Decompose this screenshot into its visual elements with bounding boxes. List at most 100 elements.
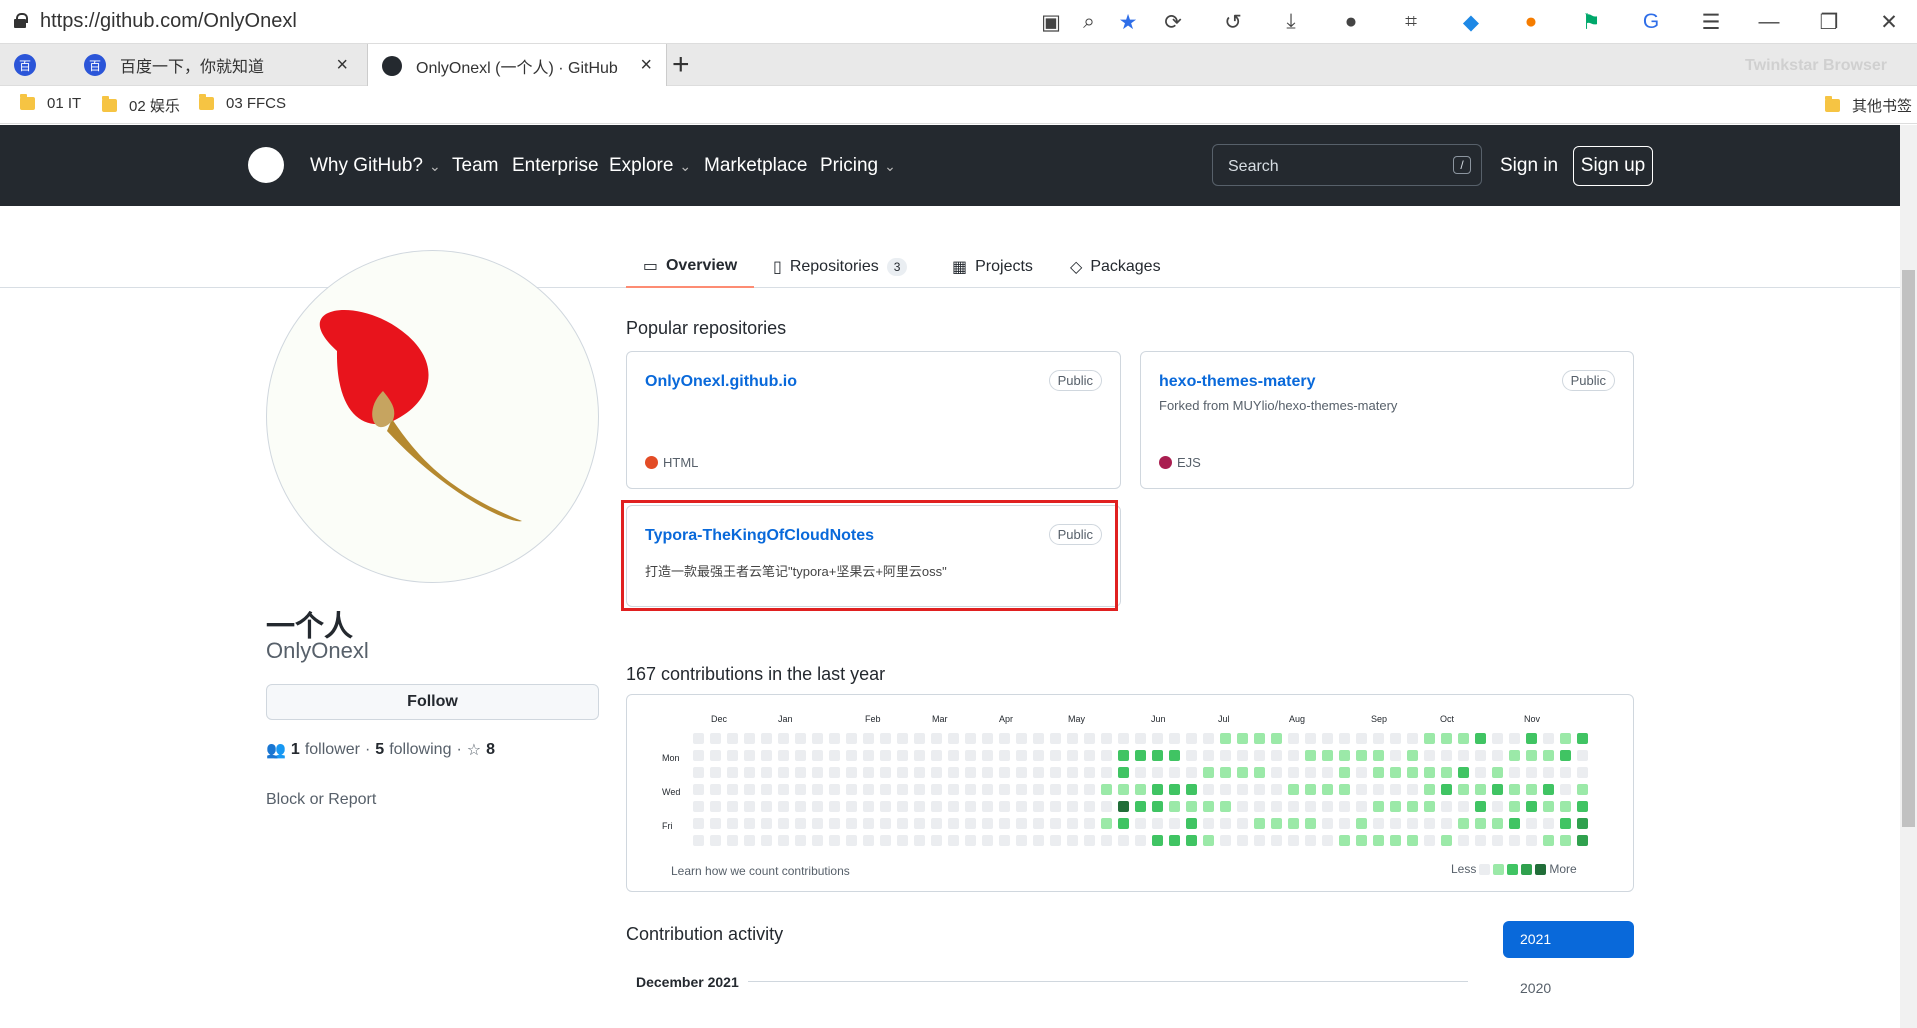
- contribution-cell[interactable]: [1356, 801, 1367, 812]
- contribution-cell[interactable]: [880, 835, 891, 846]
- contribution-cell[interactable]: [1186, 784, 1197, 795]
- contribution-cell[interactable]: [1407, 767, 1418, 778]
- contribution-cell[interactable]: [914, 818, 925, 829]
- contribution-cell[interactable]: [1560, 818, 1571, 829]
- contribution-cell[interactable]: [1033, 801, 1044, 812]
- contribution-cell[interactable]: [1084, 835, 1095, 846]
- contribution-cell[interactable]: [1509, 818, 1520, 829]
- contribution-cell[interactable]: [1560, 801, 1571, 812]
- contribution-cell[interactable]: [1526, 750, 1537, 761]
- github-logo-icon[interactable]: [248, 147, 284, 183]
- contribution-cell[interactable]: [744, 784, 755, 795]
- contribution-cell[interactable]: [1067, 767, 1078, 778]
- contribution-cell[interactable]: [1407, 733, 1418, 744]
- contribution-cell[interactable]: [1237, 784, 1248, 795]
- zoom-icon[interactable]: ⌕: [1076, 9, 1102, 35]
- contribution-cell[interactable]: [1084, 750, 1095, 761]
- contribution-cell[interactable]: [1084, 767, 1095, 778]
- contribution-cell[interactable]: [897, 750, 908, 761]
- contribution-cell[interactable]: [727, 750, 738, 761]
- contribution-cell[interactable]: [693, 750, 704, 761]
- contribution-cell[interactable]: [1492, 750, 1503, 761]
- contribution-cell[interactable]: [1203, 801, 1214, 812]
- contribution-cell[interactable]: [1560, 784, 1571, 795]
- contribution-cell[interactable]: [693, 767, 704, 778]
- contribution-cell[interactable]: [931, 784, 942, 795]
- contribution-cell[interactable]: [795, 835, 806, 846]
- contribution-cell[interactable]: [1577, 784, 1588, 795]
- contribution-cell[interactable]: [1339, 818, 1350, 829]
- tab-packages[interactable]: ◇ Packages: [1070, 246, 1161, 288]
- contribution-cell[interactable]: [1475, 835, 1486, 846]
- contribution-cell[interactable]: [982, 835, 993, 846]
- contribution-cell[interactable]: [1390, 818, 1401, 829]
- contribution-cell[interactable]: [1033, 767, 1044, 778]
- contribution-cell[interactable]: [1271, 767, 1282, 778]
- contribution-cell[interactable]: [1254, 733, 1265, 744]
- contribution-cell[interactable]: [1135, 750, 1146, 761]
- contribution-cell[interactable]: [1237, 818, 1248, 829]
- contribution-cell[interactable]: [812, 767, 823, 778]
- contribution-cell[interactable]: [1305, 835, 1316, 846]
- contribution-cell[interactable]: [1169, 767, 1180, 778]
- bookmark-folder[interactable]: 01 IT: [20, 94, 81, 112]
- nav-team[interactable]: Team: [452, 155, 498, 177]
- contribution-cell[interactable]: [1220, 784, 1231, 795]
- contribution-cell[interactable]: [1458, 784, 1469, 795]
- followers-label[interactable]: follower: [305, 741, 360, 759]
- follow-button[interactable]: Follow: [266, 684, 599, 720]
- contribution-cell[interactable]: [1475, 733, 1486, 744]
- contribution-cell[interactable]: [1288, 750, 1299, 761]
- contribution-cell[interactable]: [1577, 835, 1588, 846]
- contribution-cell[interactable]: [778, 801, 789, 812]
- contribution-cell[interactable]: [1050, 750, 1061, 761]
- contribution-cell[interactable]: [1101, 767, 1112, 778]
- contribution-cell[interactable]: [1339, 784, 1350, 795]
- year-2021-button[interactable]: 2021: [1503, 921, 1634, 958]
- contribution-cell[interactable]: [1492, 835, 1503, 846]
- contribution-cell[interactable]: [931, 835, 942, 846]
- contribution-cell[interactable]: [1016, 818, 1027, 829]
- contribution-cell[interactable]: [1373, 818, 1384, 829]
- contribution-cell[interactable]: [914, 801, 925, 812]
- contribution-cell[interactable]: [744, 835, 755, 846]
- contribution-cell[interactable]: [1101, 835, 1112, 846]
- contribution-cell[interactable]: [1152, 818, 1163, 829]
- avatar[interactable]: [266, 250, 599, 583]
- contribution-cell[interactable]: [829, 733, 840, 744]
- contribution-cell[interactable]: [1458, 818, 1469, 829]
- contribution-cell[interactable]: [744, 733, 755, 744]
- contribution-cell[interactable]: [1560, 750, 1571, 761]
- learn-contributions-link[interactable]: Learn how we count contributions: [671, 864, 850, 878]
- contribution-cell[interactable]: [999, 784, 1010, 795]
- year-2020-link[interactable]: 2020: [1520, 980, 1551, 996]
- contribution-cell[interactable]: [1186, 733, 1197, 744]
- tab-repositories[interactable]: ▯ Repositories 3: [773, 246, 908, 288]
- contribution-cell[interactable]: [1492, 801, 1503, 812]
- contribution-cell[interactable]: [1220, 767, 1231, 778]
- contribution-cell[interactable]: [863, 818, 874, 829]
- contribution-cell[interactable]: [846, 818, 857, 829]
- url-text[interactable]: https://github.com/OnlyOnexl: [40, 10, 297, 33]
- contribution-cell[interactable]: [1424, 750, 1435, 761]
- contribution-cell[interactable]: [761, 784, 772, 795]
- contribution-cell[interactable]: [965, 835, 976, 846]
- contribution-cell[interactable]: [710, 733, 721, 744]
- contribution-cell[interactable]: [931, 818, 942, 829]
- contribution-cell[interactable]: [931, 801, 942, 812]
- contribution-cell[interactable]: [1220, 750, 1231, 761]
- contribution-cell[interactable]: [727, 835, 738, 846]
- followers-count[interactable]: 1: [291, 741, 300, 759]
- contribution-cell[interactable]: [1271, 835, 1282, 846]
- scrollbar-thumb[interactable]: [1902, 270, 1915, 827]
- contribution-cell[interactable]: [1509, 733, 1520, 744]
- contribution-cell[interactable]: [1203, 750, 1214, 761]
- contribution-cell[interactable]: [931, 733, 942, 744]
- contribution-cell[interactable]: [846, 835, 857, 846]
- contribution-cell[interactable]: [710, 767, 721, 778]
- contribution-cell[interactable]: [1169, 818, 1180, 829]
- following-count[interactable]: 5: [375, 741, 384, 759]
- contribution-cell[interactable]: [846, 750, 857, 761]
- contribution-cell[interactable]: [1033, 818, 1044, 829]
- contribution-cell[interactable]: [1203, 784, 1214, 795]
